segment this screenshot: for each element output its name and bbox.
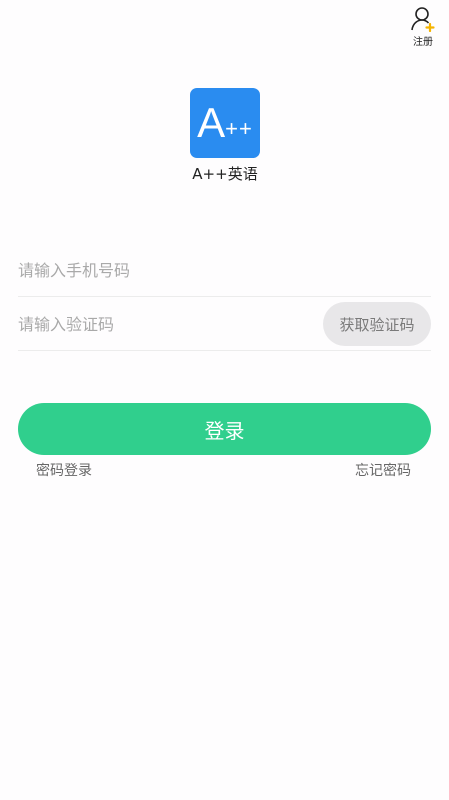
forgot-password-link[interactable]: 忘记密码	[355, 460, 411, 480]
user-add-icon	[411, 7, 435, 32]
code-field-row: 获取验证码	[18, 298, 431, 351]
login-screen: 注册 A ++ A++英语 获取验证码 登录 密码登录 忘记密码	[0, 0, 449, 800]
get-code-button[interactable]: 获取验证码	[323, 302, 431, 346]
logo-letter: A	[197, 99, 226, 146]
phone-input[interactable]	[18, 250, 431, 290]
phone-field-row	[18, 244, 431, 297]
verification-code-input[interactable]	[18, 304, 323, 344]
password-login-link[interactable]: 密码登录	[36, 460, 92, 480]
register-label: 注册	[413, 37, 433, 48]
login-button[interactable]: 登录	[18, 403, 431, 455]
register-button[interactable]: 注册	[407, 6, 439, 48]
app-name: A++英语	[192, 165, 258, 183]
app-logo: A ++	[190, 88, 260, 158]
logo-suffix: ++	[225, 116, 253, 141]
